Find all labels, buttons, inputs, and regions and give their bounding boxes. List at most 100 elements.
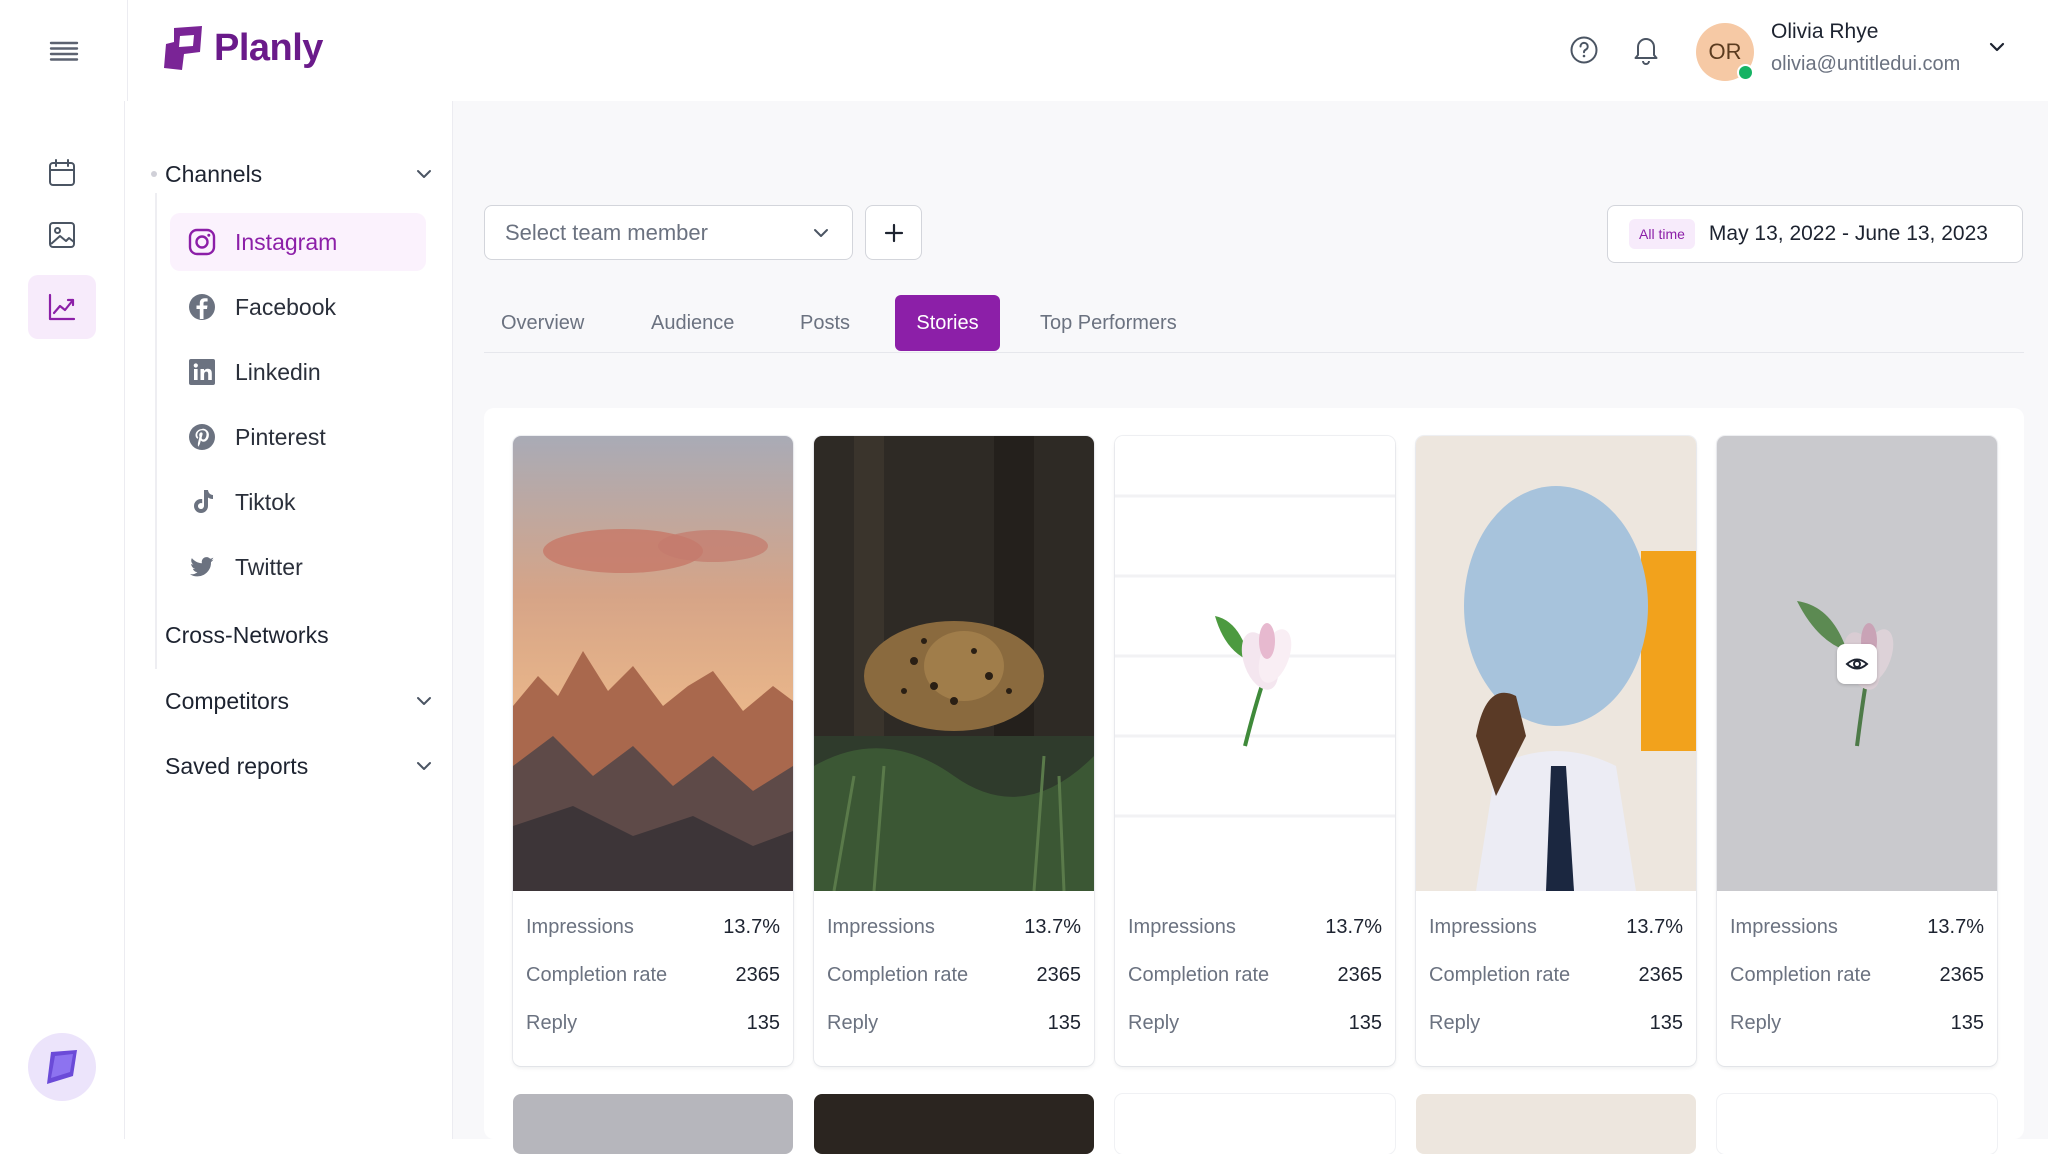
notifications-button[interactable] xyxy=(1626,30,1666,70)
team-member-placeholder: Select team member xyxy=(505,219,708,245)
stat-row: Impressions 13.7% xyxy=(827,912,1081,942)
stat-row: Completion rate 2365 xyxy=(1429,960,1683,990)
eye-icon xyxy=(1845,658,1869,670)
sidebar-item-label: Instagram xyxy=(235,228,338,255)
rail-brand-badge[interactable] xyxy=(28,1033,96,1101)
preview-button[interactable] xyxy=(1837,644,1877,684)
app-logo[interactable]: Planly xyxy=(160,24,323,72)
add-team-member-button[interactable] xyxy=(865,205,922,260)
story-image-lily xyxy=(1115,436,1395,891)
user-menu-toggle[interactable] xyxy=(1986,36,2008,63)
saved-reports-group-toggle[interactable]: Saved reports xyxy=(165,746,435,786)
chevron-down-icon xyxy=(1989,42,2005,52)
stat-label: Reply xyxy=(1429,1011,1481,1034)
menu-button[interactable] xyxy=(0,0,128,101)
online-status-dot xyxy=(1737,64,1754,81)
rail-media-button[interactable] xyxy=(28,203,96,267)
tree-dot xyxy=(151,171,157,177)
stat-row: Reply 135 xyxy=(1429,1008,1683,1038)
icon-rail xyxy=(0,101,125,1139)
story-image-mountain xyxy=(513,436,793,891)
sidebar-item-instagram[interactable]: Instagram xyxy=(170,213,426,271)
stat-row: Reply 135 xyxy=(526,1008,780,1038)
stat-value: 2365 xyxy=(735,963,781,986)
stat-value: 13.7% xyxy=(723,915,780,938)
user-email: olivia@untitledui.com xyxy=(1771,53,1961,75)
hamburger-menu-icon xyxy=(49,41,78,61)
stat-label: Impressions xyxy=(526,915,634,938)
story-image-lily-hover xyxy=(1717,436,1997,891)
competitors-group-toggle[interactable]: Competitors xyxy=(165,681,435,721)
stat-row: Impressions 13.7% xyxy=(526,912,780,942)
stat-row: Reply 135 xyxy=(827,1008,1081,1038)
stat-label: Impressions xyxy=(1730,915,1838,938)
stat-value: 2365 xyxy=(1036,963,1082,986)
story-card-partial[interactable] xyxy=(1115,1094,1395,1154)
stat-value: 13.7% xyxy=(1325,915,1382,938)
stat-row: Impressions 13.7% xyxy=(1128,912,1382,942)
sidebar-item-label: Twitter xyxy=(235,553,303,580)
stat-value: 135 xyxy=(1649,1011,1683,1034)
calendar-icon xyxy=(49,159,75,186)
stat-row: Completion rate 2365 xyxy=(827,960,1081,990)
stat-value: 13.7% xyxy=(1927,915,1984,938)
sidebar-item-pinterest[interactable]: Pinterest xyxy=(170,408,426,466)
stat-value: 2365 xyxy=(1337,963,1383,986)
channels-label: Channels xyxy=(165,160,263,187)
pinterest-icon xyxy=(186,421,218,453)
sidebar-item-label: Pinterest xyxy=(235,423,326,450)
stat-row: Impressions 13.7% xyxy=(1730,912,1984,942)
rail-analytics-button[interactable] xyxy=(28,275,96,339)
tree-line xyxy=(155,193,157,669)
date-range-text: May 13, 2022 - June 13, 2023 xyxy=(1708,222,1988,245)
sidebar-item-facebook[interactable]: Facebook xyxy=(170,278,426,336)
sidebar-item-label: Linkedin xyxy=(235,358,321,385)
stat-row: Completion rate 2365 xyxy=(1128,960,1382,990)
story-card[interactable]: Impressions 13.7% Completion rate 2365 Rep… xyxy=(814,436,1094,1066)
stat-label: Reply xyxy=(1730,1011,1782,1034)
story-card-partial[interactable] xyxy=(1717,1094,1997,1154)
sidebar-item-cross-networks[interactable]: Cross-Networks xyxy=(165,615,435,655)
tab-overview[interactable]: Overview xyxy=(501,295,584,351)
stat-label: Reply xyxy=(827,1011,879,1034)
tab-posts[interactable]: Posts xyxy=(800,295,850,351)
story-card[interactable]: Impressions 13.7% Completion rate 2365 Rep… xyxy=(1115,436,1395,1066)
channels-group-toggle[interactable]: Channels xyxy=(165,154,435,194)
stat-label: Impressions xyxy=(1128,915,1236,938)
story-card-partial[interactable] xyxy=(1416,1094,1696,1154)
story-card[interactable]: Impressions 13.7% Completion rate 2365 Rep… xyxy=(513,436,793,1066)
tab-audience[interactable]: Audience xyxy=(651,295,734,351)
chevron-down-icon xyxy=(417,762,431,770)
sidebar-item-label: Tiktok xyxy=(235,488,296,515)
tab-top-performers[interactable]: Top Performers xyxy=(1040,295,1177,351)
team-member-select[interactable]: Select team member xyxy=(484,205,853,260)
story-image-leopard xyxy=(814,436,1094,891)
facebook-icon xyxy=(186,291,218,323)
chevron-down-icon xyxy=(417,697,431,705)
date-badge: All time xyxy=(1629,219,1695,249)
tiktok-icon xyxy=(186,486,218,518)
sidebar-item-tiktok[interactable]: Tiktok xyxy=(170,473,426,531)
twitter-icon xyxy=(186,551,218,583)
stat-label: Reply xyxy=(526,1011,578,1034)
avatar[interactable]: OR xyxy=(1696,23,1754,81)
instagram-icon xyxy=(186,226,218,258)
stat-label: Completion rate xyxy=(827,963,969,986)
rail-calendar-button[interactable] xyxy=(28,141,96,205)
story-card-partial[interactable] xyxy=(513,1094,793,1154)
story-card[interactable]: Impressions 13.7% Completion rate 2365 Rep… xyxy=(1416,436,1696,1066)
stat-value: 135 xyxy=(746,1011,780,1034)
stat-label: Impressions xyxy=(827,915,935,938)
competitors-label: Competitors xyxy=(165,687,289,714)
story-card-partial[interactable] xyxy=(814,1094,1094,1154)
stat-label: Completion rate xyxy=(1730,963,1872,986)
help-button[interactable] xyxy=(1564,30,1604,70)
tab-stories[interactable]: Stories xyxy=(895,295,1000,351)
stat-value: 13.7% xyxy=(1626,915,1683,938)
date-range-picker[interactable]: All time May 13, 2022 - June 13, 2023 xyxy=(1607,205,2023,263)
sidebar-item-twitter[interactable]: Twitter xyxy=(170,538,426,596)
sidebar-item-linkedin[interactable]: Linkedin xyxy=(170,343,426,401)
avatar-initials: OR xyxy=(1708,39,1742,64)
story-card[interactable]: Impressions 13.7% Completion rate 2365 Rep… xyxy=(1717,436,1997,1066)
stat-label: Completion rate xyxy=(1128,963,1270,986)
